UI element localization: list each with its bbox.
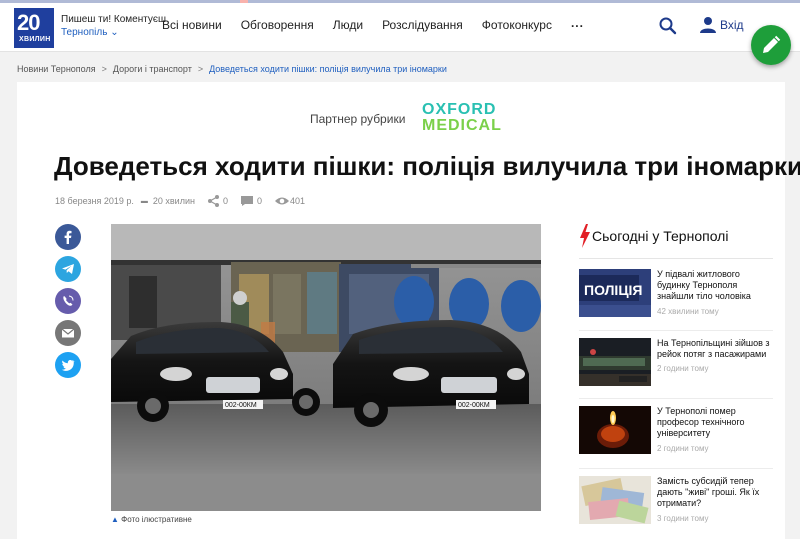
share-facebook-button[interactable] [55,224,81,250]
facebook-icon [64,230,72,244]
sidebar-title-text: Сьогодні у Тернополі [592,228,729,244]
share-viber-button[interactable] [55,288,81,314]
main-nav: Всі новини Обговорення Люди Розслідуванн… [162,16,603,32]
share-telegram-button[interactable] [55,256,81,282]
partner-label: Партнер рубрики [310,112,406,126]
partner-logo[interactable]: OXFORD MEDICAL [422,102,502,134]
eye-icon [275,197,289,205]
breadcrumb-home[interactable]: Новини Тернополя [17,64,96,74]
twitter-icon [61,359,75,371]
share-count: 0 [222,196,228,206]
news-time: 2 години тому [657,444,709,453]
logo-number: 20 [17,10,41,35]
photo-caption: ▲ Фото ілюстративне [111,515,192,524]
nav-investigations[interactable]: Розслідування [382,18,463,32]
left-plate: 002-00КМ [225,402,257,409]
sidebar-title: Сьогодні у Тернополі [579,224,729,248]
news-divider [579,330,773,331]
viber-icon [63,295,74,306]
police-thumb-label: ПОЛІЦІЯ [584,282,643,298]
telegram-icon [62,264,74,274]
nav-discussions[interactable]: Обговорення [241,18,314,32]
article-date: 18 березня 2019 р. [55,196,134,206]
news-thumbnail [579,338,651,386]
sidebar-news-item[interactable]: У Тернополі помер професор технічного ун… [579,406,773,464]
search-icon[interactable] [658,16,678,36]
partner-logo-line1: OXFORD [422,101,497,118]
news-time: 3 години тому [657,514,709,523]
news-headline[interactable]: Замість субсидій тепер дають "живі" грош… [657,476,775,509]
share-icon [207,195,219,207]
breadcrumb: Новини Тернополя > Дороги і транспорт > Дове… [17,64,447,74]
partner-logo-line2: MEDICAL [422,117,502,134]
article-title: Доведеться ходити пішки: поліція вилучил… [54,151,800,181]
site-logo[interactable]: 20 ХВИЛИН [14,8,54,48]
view-count: 401 [290,196,306,206]
news-divider [579,468,773,469]
lightning-icon [580,224,590,248]
nav-people[interactable]: Люди [333,18,363,32]
news-thumbnail [579,406,651,454]
news-headline[interactable]: У підвалі житлового будинку Тернополя зн… [657,269,775,302]
news-thumbnail [579,476,651,524]
pencil-icon [763,35,781,53]
site-header: 20 ХВИЛИН Пишеш ти! Коментуєш Тернопіль … [0,0,800,52]
breadcrumb-separator: > [197,64,204,74]
email-icon [61,328,75,338]
cars-photo: 002-00КМ 002-00КМ [111,224,541,511]
comment-icon [240,196,253,206]
caption-marker-icon: ▲ [111,515,119,524]
share-email-button[interactable] [55,320,81,346]
nav-more[interactable]: ... [571,16,584,32]
sidebar-news-item[interactable]: На Тернопільщині зійшов з рейок потяг з … [579,338,773,396]
nav-all-news[interactable]: Всі новини [162,18,222,32]
site-tagline: Пишеш ти! Коментуєш [61,14,167,25]
news-thumbnail: ПОЛІЦІЯ [579,269,651,317]
news-time: 2 години тому [657,364,709,373]
breadcrumb-category[interactable]: Дороги і транспорт [113,64,192,74]
sidebar-news-item[interactable]: ПОЛІЦІЯ У підвалі житлового будинку Терн… [579,269,773,327]
sidebar-divider [579,258,773,259]
breadcrumb-current[interactable]: Доведеться ходити пішки: поліція вилучил… [209,64,447,74]
article-card: Партнер рубрики OXFORD MEDICAL Доведетьс… [17,82,800,539]
author-icon: ▬ [140,197,148,205]
article-photo[interactable]: 002-00КМ 002-00КМ [111,224,541,511]
news-time: 42 хвилини тому [657,307,719,316]
article-meta: 18 березня 2019 р. ▬ 20 хвилин 0 0 401 [55,195,305,207]
article-author[interactable]: 20 хвилин [153,196,195,206]
city-selector[interactable]: Тернопіль ⌄ [61,27,119,38]
user-icon[interactable] [699,16,717,34]
login-link[interactable]: Вхід [720,18,744,32]
top-strip [0,0,800,3]
nav-photo-contest[interactable]: Фотоконкурс [482,18,552,32]
write-post-button[interactable] [751,25,791,65]
caption-text: Фото ілюстративне [121,515,192,524]
news-headline[interactable]: У Тернополі помер професор технічного ун… [657,406,775,439]
breadcrumb-separator: > [101,64,107,74]
comment-count: 0 [256,196,262,206]
sidebar-news-item[interactable]: Замість субсидій тепер дають "живі" грош… [579,476,773,534]
right-plate: 002-00КМ [458,402,490,409]
news-divider [579,398,773,399]
share-twitter-button[interactable] [55,352,81,378]
news-headline[interactable]: На Тернопільщині зійшов з рейок потяг з … [657,338,775,360]
logo-subtext: ХВИЛИН [19,36,51,43]
